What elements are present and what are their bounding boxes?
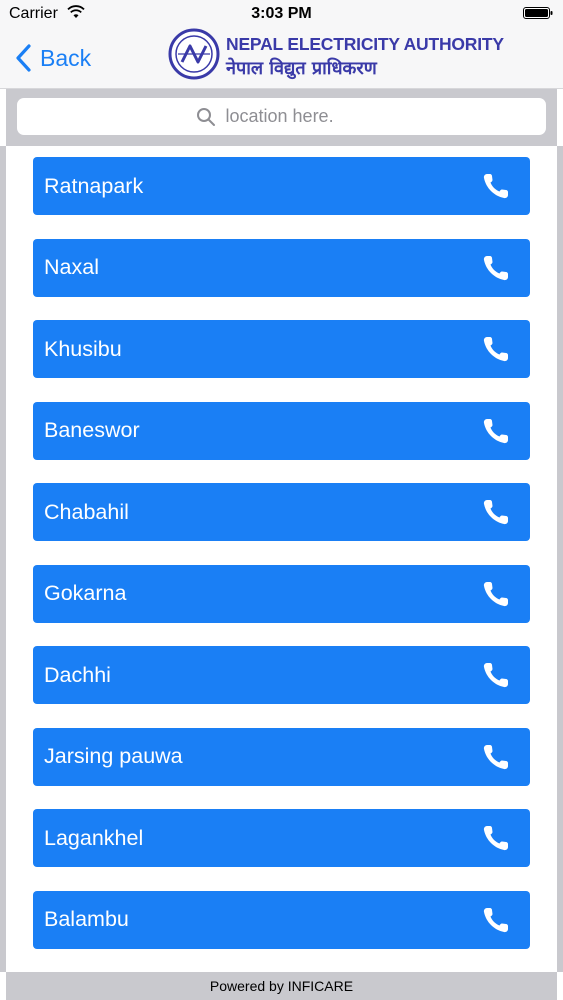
search-icon	[196, 107, 215, 126]
location-item[interactable]: Gokarna	[33, 564, 530, 623]
footer-text: Powered by INFICARE	[209, 978, 354, 994]
phone-icon[interactable]	[480, 333, 512, 365]
location-label: Jarsing pauwa	[44, 744, 183, 768]
search-field[interactable]	[17, 98, 546, 135]
phone-icon[interactable]	[480, 252, 512, 284]
footer: Powered by INFICARE	[6, 972, 557, 1000]
location-label: Balambu	[44, 907, 129, 931]
location-label: Chabahil	[44, 499, 129, 524]
phone-icon[interactable]	[480, 170, 512, 202]
phone-icon[interactable]	[480, 496, 512, 528]
search-input[interactable]	[223, 105, 368, 128]
status-bar: Carrier 3:03 PM	[0, 0, 563, 30]
nea-logo: NEPAL ELECTRICITY AUTHORITY नेपाल विद्यु…	[168, 28, 504, 80]
location-label: Naxal	[44, 255, 99, 279]
location-label: Ratnapark	[44, 173, 144, 198]
location-label: Khusibu	[44, 336, 122, 361]
location-item[interactable]: Jarsing pauwa	[33, 727, 530, 786]
navigation-bar: Carrier 3:03 PM Back NEPAL ELECTRICITY A…	[0, 0, 563, 89]
phone-icon[interactable]	[480, 578, 512, 610]
logo-text-english: NEPAL ELECTRICITY AUTHORITY	[226, 34, 504, 54]
phone-icon[interactable]	[480, 659, 512, 691]
location-label: Gokarna	[44, 581, 127, 605]
location-item[interactable]: Khusibu	[33, 320, 530, 378]
phone-icon[interactable]	[480, 822, 512, 854]
phone-icon[interactable]	[480, 904, 512, 936]
location-label: Lagankhel	[44, 825, 144, 850]
location-list: Ratnapark Naxal Khusibu Baneswor Chabahi…	[33, 157, 530, 972]
chevron-left-icon	[16, 44, 31, 72]
location-item[interactable]: Lagankhel	[33, 809, 530, 867]
logo-text-nepali: नेपाल विद्युत प्राधिकरण	[226, 58, 377, 79]
location-item[interactable]: Chabahil	[33, 483, 530, 541]
phone-icon[interactable]	[480, 741, 512, 773]
location-label: Baneswor	[44, 418, 140, 442]
location-item[interactable]: Naxal	[33, 238, 530, 297]
location-item[interactable]: Dachhi	[33, 646, 530, 704]
phone-icon[interactable]	[480, 415, 512, 447]
nea-emblem-icon	[168, 28, 220, 80]
back-button-label: Back	[40, 44, 92, 71]
location-item[interactable]: Baneswor	[33, 401, 530, 460]
back-button[interactable]: Back	[14, 38, 91, 78]
clock: 3:03 PM	[251, 5, 312, 22]
location-item[interactable]: Balambu	[33, 890, 530, 949]
location-item[interactable]: Ratnapark	[33, 157, 530, 215]
battery-icon	[523, 7, 553, 19]
search-bar-container	[6, 89, 557, 146]
location-label: Dachhi	[44, 662, 111, 687]
frame-left	[0, 146, 6, 972]
frame-right	[557, 146, 563, 972]
